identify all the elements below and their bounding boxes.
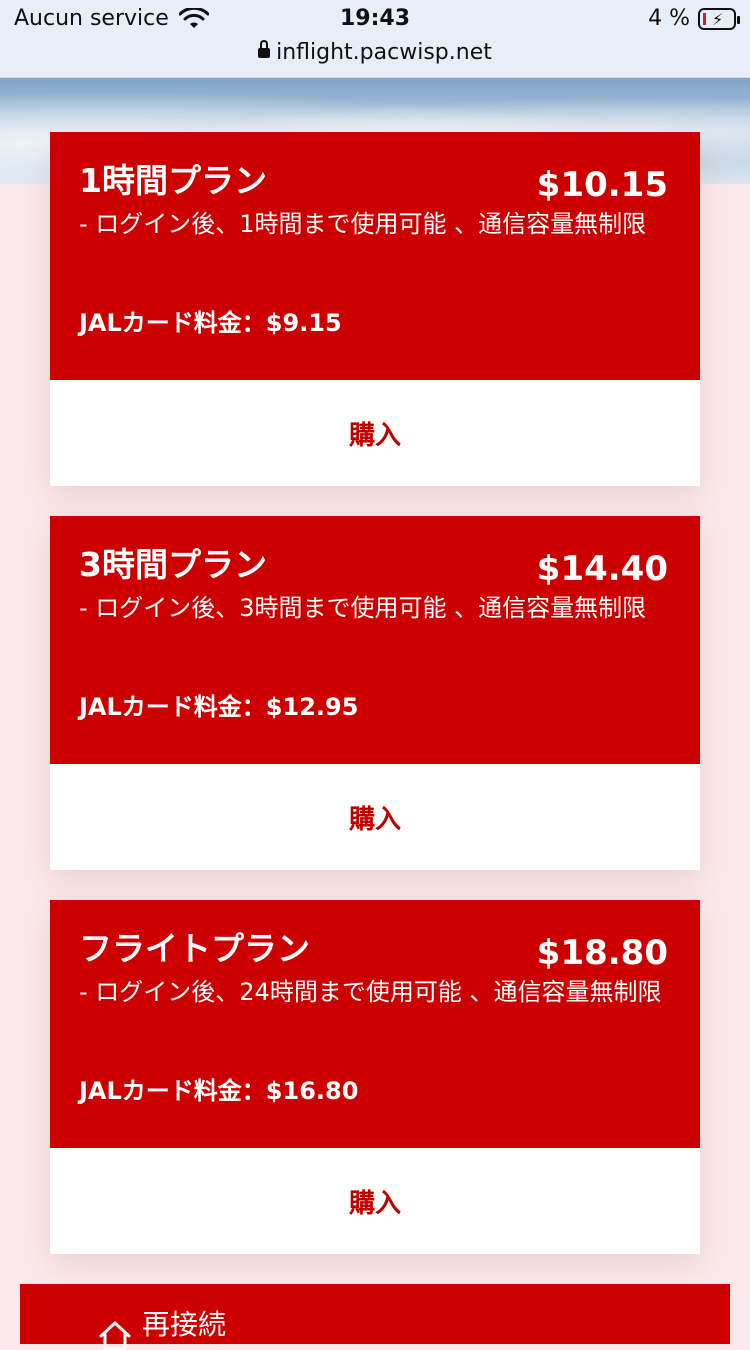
plan-header: フライトプラン $18.80 - ログイン後、24時間まで使用可能 、通信容量無… — [50, 900, 700, 1148]
plan-price: $10.15 — [536, 165, 668, 205]
address-bar[interactable]: inflight.pacwisp.net — [0, 40, 750, 65]
plan-header: 1時間プラン $10.15 - ログイン後、1時間まで使用可能 、通信容量無制限… — [50, 132, 700, 380]
jal-card-price: JALカード料金：$16.80 — [79, 1077, 359, 1105]
clock: 19:43 — [339, 6, 411, 31]
reconnect-button[interactable]: 再接続 — [20, 1284, 730, 1350]
battery-area: 4 % ⚡ — [648, 6, 740, 31]
buy-button[interactable]: 購入 — [50, 1148, 700, 1254]
jal-card-price: JALカード料金：$9.15 — [79, 309, 342, 337]
home-icon — [99, 1321, 131, 1350]
plan-header: 3時間プラン $14.40 - ログイン後、3時間まで使用可能 、通信容量無制限… — [50, 516, 700, 764]
buy-button[interactable]: 購入 — [50, 380, 700, 486]
plan-list: 1時間プラン $10.15 - ログイン後、1時間まで使用可能 、通信容量無制限… — [50, 132, 700, 1284]
buy-button[interactable]: 購入 — [50, 764, 700, 870]
reconnect-label: 再接続 — [142, 1308, 227, 1341]
plan-description: - ログイン後、24時間まで使用可能 、通信容量無制限 — [79, 978, 662, 1006]
status-bar: Aucun service 19:43 4 % ⚡ inflight.pacwi… — [0, 0, 750, 78]
plan-description: - ログイン後、1時間まで使用可能 、通信容量無制限 — [79, 210, 647, 238]
plan-price: $14.40 — [536, 549, 668, 589]
charging-bolt-icon: ⚡ — [712, 9, 724, 29]
plan-card: 1時間プラン $10.15 - ログイン後、1時間まで使用可能 、通信容量無制限… — [50, 132, 700, 486]
plan-price: $18.80 — [536, 933, 668, 973]
battery-percent: 4 % — [648, 6, 690, 31]
plan-card: フライトプラン $18.80 - ログイン後、24時間まで使用可能 、通信容量無… — [50, 900, 700, 1254]
plan-description: - ログイン後、3時間まで使用可能 、通信容量無制限 — [79, 594, 647, 622]
battery-level — [703, 12, 706, 25]
lock-icon — [258, 40, 271, 58]
jal-card-price: JALカード料金：$12.95 — [79, 693, 359, 721]
battery-icon: ⚡ — [698, 7, 740, 30]
plan-card: 3時間プラン $14.40 - ログイン後、3時間まで使用可能 、通信容量無制限… — [50, 516, 700, 870]
url-text: inflight.pacwisp.net — [276, 40, 492, 65]
